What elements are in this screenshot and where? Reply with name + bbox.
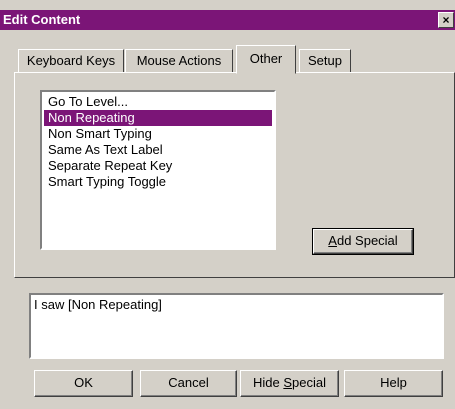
edit-content-dialog: Edit Content × Keyboard Keys Mouse Actio… bbox=[0, 0, 455, 409]
special-actions-list[interactable]: Go To Level... Non Repeating Non Smart T… bbox=[40, 90, 276, 250]
tab-keyboard-keys[interactable]: Keyboard Keys bbox=[18, 49, 124, 73]
cancel-button[interactable]: Cancel bbox=[140, 370, 237, 397]
help-button[interactable]: Help bbox=[344, 370, 443, 397]
hide-special-label-after: pecial bbox=[292, 375, 326, 390]
list-item-go-to-level[interactable]: Go To Level... bbox=[44, 94, 272, 110]
list-item-non-smart-typing[interactable]: Non Smart Typing bbox=[44, 126, 272, 142]
content-text: I saw [Non Repeating] bbox=[34, 297, 162, 312]
tab-mouse-actions[interactable]: Mouse Actions bbox=[125, 49, 233, 73]
hide-special-label-before: Hide bbox=[253, 375, 284, 390]
close-icon: × bbox=[442, 13, 450, 27]
hide-special-button[interactable]: Hide Special bbox=[240, 370, 339, 397]
dialog-title: Edit Content bbox=[3, 12, 81, 27]
add-special-button[interactable]: Add Special bbox=[312, 228, 414, 255]
tab-other[interactable]: Other bbox=[236, 45, 296, 74]
content-text-field[interactable]: I saw [Non Repeating] bbox=[29, 293, 444, 359]
hide-special-mnemonic: S bbox=[283, 375, 293, 390]
add-special-mnemonic: A bbox=[328, 233, 337, 248]
list-item-same-as-text-label[interactable]: Same As Text Label bbox=[44, 142, 272, 158]
list-item-separate-repeat-key[interactable]: Separate Repeat Key bbox=[44, 158, 272, 174]
title-bar[interactable]: Edit Content × bbox=[0, 10, 455, 30]
list-item-non-repeating[interactable]: Non Repeating bbox=[44, 110, 272, 126]
list-item-smart-typing-toggle[interactable]: Smart Typing Toggle bbox=[44, 174, 272, 190]
add-special-label: dd Special bbox=[336, 233, 398, 248]
tab-setup[interactable]: Setup bbox=[299, 49, 351, 73]
ok-button[interactable]: OK bbox=[34, 370, 133, 397]
close-button[interactable]: × bbox=[438, 12, 454, 28]
